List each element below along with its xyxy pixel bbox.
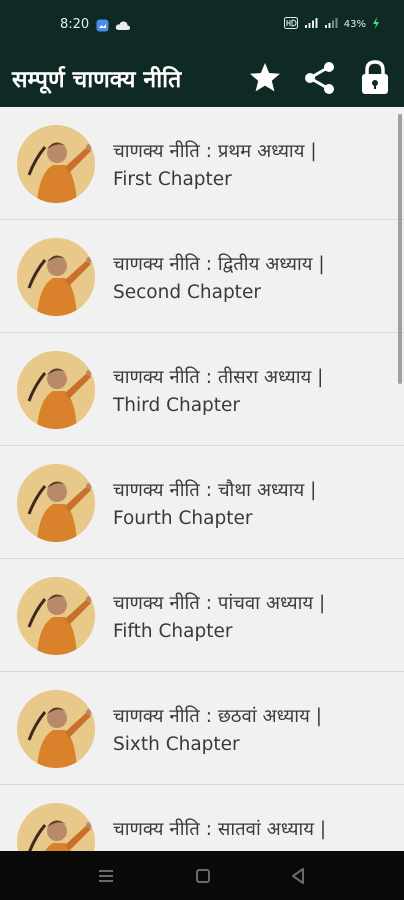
- signal-icon: [304, 17, 318, 32]
- chanakya-avatar: [17, 351, 95, 429]
- system-nav-bar: [0, 851, 404, 900]
- scrollbar-thumb[interactable]: [398, 114, 402, 384]
- list-item[interactable]: चाणक्य नीति : चौथा अध्याय | Fourth Chapt…: [0, 446, 404, 559]
- back-nav-icon[interactable]: [288, 866, 308, 886]
- gallery-notification-icon: [96, 17, 109, 36]
- menu-nav-icon[interactable]: [96, 866, 116, 886]
- page-title: सम्पूर्ण चाणक्य नीति: [12, 67, 182, 93]
- chapter-english-title: Second Chapter: [113, 282, 261, 303]
- chanakya-avatar: [17, 464, 95, 542]
- share-icon[interactable]: [300, 58, 340, 98]
- charging-icon: [372, 17, 380, 32]
- chapter-english-title: Sixth Chapter: [113, 734, 240, 755]
- hd-icon: [283, 17, 298, 32]
- list-item[interactable]: चाणक्य नीति : छठवां अध्याय | Sixth Chapt…: [0, 672, 404, 785]
- chanakya-avatar: [17, 125, 95, 203]
- chapter-text: चाणक्य नीति : सातवां अध्याय |: [113, 816, 326, 844]
- chapter-hindi-title: चाणक्य नीति : सातवां अध्याय |: [113, 819, 327, 840]
- signal-icon-2: [324, 17, 338, 32]
- list-item[interactable]: चाणक्य नीति : पांचवा अध्याय | Fifth Chap…: [0, 559, 404, 672]
- battery-percent: 43%: [343, 19, 366, 30]
- chapter-list[interactable]: चाणक्य नीति : प्रथम अध्याय | First Chapt…: [0, 107, 404, 851]
- chanakya-avatar: [17, 238, 95, 316]
- chapter-text: चाणक्य नीति : द्वितीय अध्याय | Second Ch…: [113, 251, 325, 307]
- chapter-hindi-title: चाणक्य नीति : छठवां अध्याय |: [113, 706, 322, 727]
- status-system-icons: 43%: [283, 17, 380, 32]
- list-item[interactable]: चाणक्य नीति : सातवां अध्याय |: [0, 785, 404, 851]
- chapter-text: चाणक्य नीति : प्रथम अध्याय | First Chapt…: [113, 138, 317, 194]
- list-item[interactable]: चाणक्य नीति : तीसरा अध्याय | Third Chapt…: [0, 333, 404, 446]
- chanakya-avatar: [17, 577, 95, 655]
- status-notification-icons: [96, 17, 131, 36]
- chapter-hindi-title: चाणक्य नीति : प्रथम अध्याय |: [113, 141, 317, 162]
- chapter-hindi-title: चाणक्य नीति : तीसरा अध्याय |: [113, 367, 324, 388]
- chapter-text: चाणक्य नीति : तीसरा अध्याय | Third Chapt…: [113, 364, 323, 420]
- chapter-english-title: First Chapter: [113, 169, 232, 190]
- chanakya-avatar: [17, 803, 95, 851]
- chapter-english-title: Third Chapter: [113, 395, 241, 416]
- chanakya-avatar: [17, 690, 95, 768]
- list-item[interactable]: चाणक्य नीति : द्वितीय अध्याय | Second Ch…: [0, 220, 404, 333]
- chapter-english-title: Fifth Chapter: [113, 621, 233, 642]
- chapter-hindi-title: चाणक्य नीति : चौथा अध्याय |: [113, 480, 317, 501]
- status-bar: 8:20 43%: [0, 0, 404, 50]
- lock-icon[interactable]: [355, 58, 395, 98]
- chapter-hindi-title: चाणक्य नीति : द्वितीय अध्याय |: [113, 254, 325, 275]
- chapter-text: चाणक्य नीति : छठवां अध्याय | Sixth Chapt…: [113, 703, 322, 759]
- chapter-hindi-title: चाणक्य नीति : पांचवा अध्याय |: [113, 593, 326, 614]
- chapter-text: चाणक्य नीति : पांचवा अध्याय | Fifth Chap…: [113, 590, 325, 646]
- home-nav-icon[interactable]: [193, 866, 213, 886]
- status-time: 8:20: [60, 17, 90, 32]
- chapter-english-title: Fourth Chapter: [113, 508, 253, 529]
- star-icon[interactable]: [245, 58, 285, 98]
- cloud-icon: [115, 17, 131, 36]
- list-item[interactable]: चाणक्य नीति : प्रथम अध्याय | First Chapt…: [0, 107, 404, 220]
- chapter-text: चाणक्य नीति : चौथा अध्याय | Fourth Chapt…: [113, 477, 316, 533]
- app-bar: सम्पूर्ण चाणक्य नीति: [0, 50, 404, 107]
